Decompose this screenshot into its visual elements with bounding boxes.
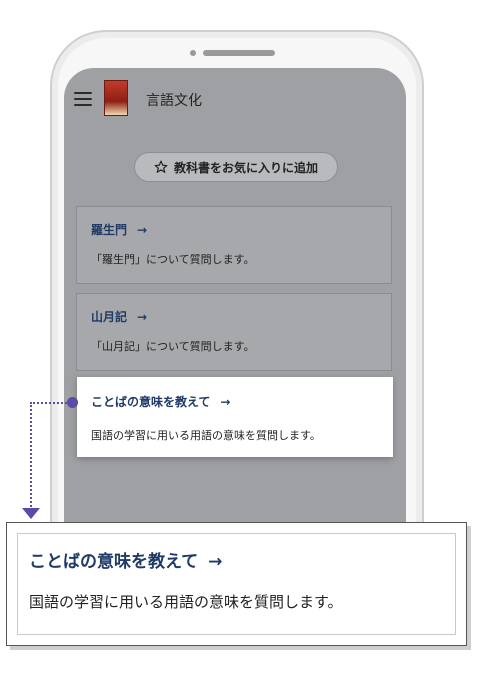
card-description: 「山月記」について質問します。	[91, 340, 255, 353]
card-rashomon[interactable]: 羅生門 → 「羅生門」について質問します。	[76, 206, 392, 284]
arrow-right-icon: →	[137, 223, 148, 237]
speaker-slot	[203, 50, 275, 56]
star-icon	[154, 160, 168, 173]
textbook-cover-thumbnail	[104, 80, 128, 116]
card-description: 「羅生門」について質問します。	[91, 253, 255, 266]
callout-connector-vertical	[30, 402, 32, 510]
arrow-right-icon: →	[137, 310, 148, 324]
phone-screen: 言語文化 教科書をお気に入りに追加 羅生門 → 「羅生門」について質問します。 山…	[64, 68, 406, 538]
card-sangetsuki[interactable]: 山月記 → 「山月記」について質問します。	[76, 293, 392, 371]
zoomed-callout: ことばの意味を教えて → 国語の学習に用いる用語の意味を質問します。	[6, 522, 467, 646]
arrow-right-icon: →	[208, 552, 223, 572]
app-title: 言語文化	[146, 93, 202, 109]
camera-dot	[190, 50, 196, 56]
arrow-right-icon: →	[220, 395, 231, 409]
add-favorite-button[interactable]: 教科書をお気に入りに追加	[134, 152, 338, 182]
zoomed-card-description: 国語の学習に用いる用語の意味を質問します。	[29, 593, 343, 611]
card-description: 国語の学習に用いる用語の意味を質問します。	[91, 429, 321, 442]
zoomed-card-title: ことばの意味を教えて →	[29, 552, 223, 572]
callout-dot	[67, 397, 78, 408]
card-word-meaning-highlighted[interactable]: ことばの意味を教えて → 国語の学習に用いる用語の意味を質問します。	[77, 377, 393, 457]
card-title: 山月記 →	[91, 310, 148, 324]
card-title: ことばの意味を教えて →	[91, 395, 231, 409]
card-title: 羅生門 →	[91, 223, 148, 237]
add-favorite-label: 教科書をお気に入りに追加	[173, 160, 318, 175]
callout-arrow-down-icon	[22, 508, 40, 519]
hamburger-menu-icon[interactable]	[74, 92, 92, 106]
